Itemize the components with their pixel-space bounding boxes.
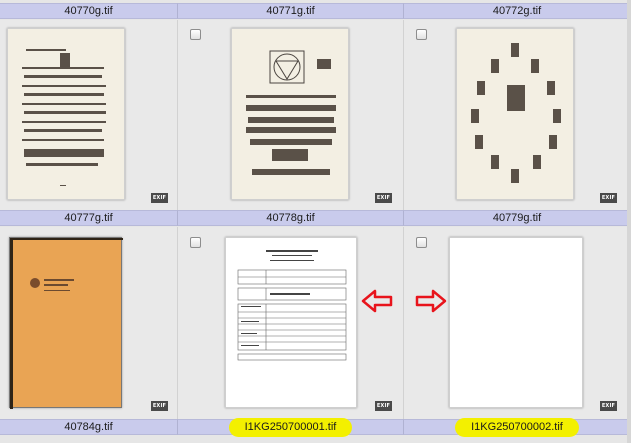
cover-illustration xyxy=(10,238,123,409)
thumbnail-cell[interactable]: EXIF xyxy=(0,227,178,419)
thumbnail-image[interactable] xyxy=(7,28,125,200)
thumbnail-label[interactable]: 40779g.tif xyxy=(404,210,631,226)
exif-badge[interactable]: EXIF xyxy=(600,193,617,203)
thumbnail-cell[interactable]: EXIF xyxy=(178,227,404,419)
thumbnail-cell[interactable]: EXIF xyxy=(404,227,631,419)
thumbnail-grid: 40770g.tif 40771g.tif 40772g.tif EXIF EX… xyxy=(0,0,631,443)
page-illustration xyxy=(22,49,106,186)
select-checkbox[interactable] xyxy=(416,237,427,248)
left-arrow-icon xyxy=(361,289,393,313)
document-illustration xyxy=(237,250,347,361)
thumbnail-image[interactable] xyxy=(225,237,357,408)
select-checkbox[interactable] xyxy=(190,237,201,248)
exif-badge[interactable]: EXIF xyxy=(151,193,168,203)
thumbnail-label-highlighted[interactable]: I1KG250700001.tif xyxy=(178,418,404,437)
thumbnail-label[interactable]: 40778g.tif xyxy=(178,210,404,226)
thumbnail-cell[interactable]: EXIF xyxy=(0,20,178,210)
exif-badge[interactable]: EXIF xyxy=(375,193,392,203)
select-checkbox[interactable] xyxy=(416,29,427,40)
scrollbar[interactable] xyxy=(627,0,631,443)
thumbnail-image[interactable] xyxy=(456,28,574,200)
exif-badge[interactable]: EXIF xyxy=(600,401,617,411)
thumbnail-label[interactable]: 40777g.tif xyxy=(0,210,178,226)
thumbnail-label-highlighted[interactable]: I1KG250700002.tif xyxy=(404,418,631,437)
thumbnail-label[interactable]: 40784g.tif xyxy=(0,419,178,435)
right-arrow-icon xyxy=(415,289,447,313)
select-checkbox[interactable] xyxy=(190,29,201,40)
thumbnail-label[interactable]: 40770g.tif xyxy=(0,3,178,19)
exif-badge[interactable]: EXIF xyxy=(375,401,392,411)
exif-badge[interactable]: EXIF xyxy=(151,401,168,411)
thumbnail-label[interactable]: 40771g.tif xyxy=(178,3,404,19)
thumbnail-image[interactable] xyxy=(231,28,349,200)
thumbnail-cell[interactable]: EXIF xyxy=(404,20,631,210)
thumbnail-image[interactable] xyxy=(449,237,583,408)
thumbnail-image[interactable] xyxy=(9,237,123,409)
page-illustration xyxy=(471,43,561,183)
thumbnail-cell[interactable]: EXIF xyxy=(178,20,404,210)
page-illustration xyxy=(246,50,336,175)
thumbnail-label[interactable]: 40772g.tif xyxy=(404,3,631,19)
